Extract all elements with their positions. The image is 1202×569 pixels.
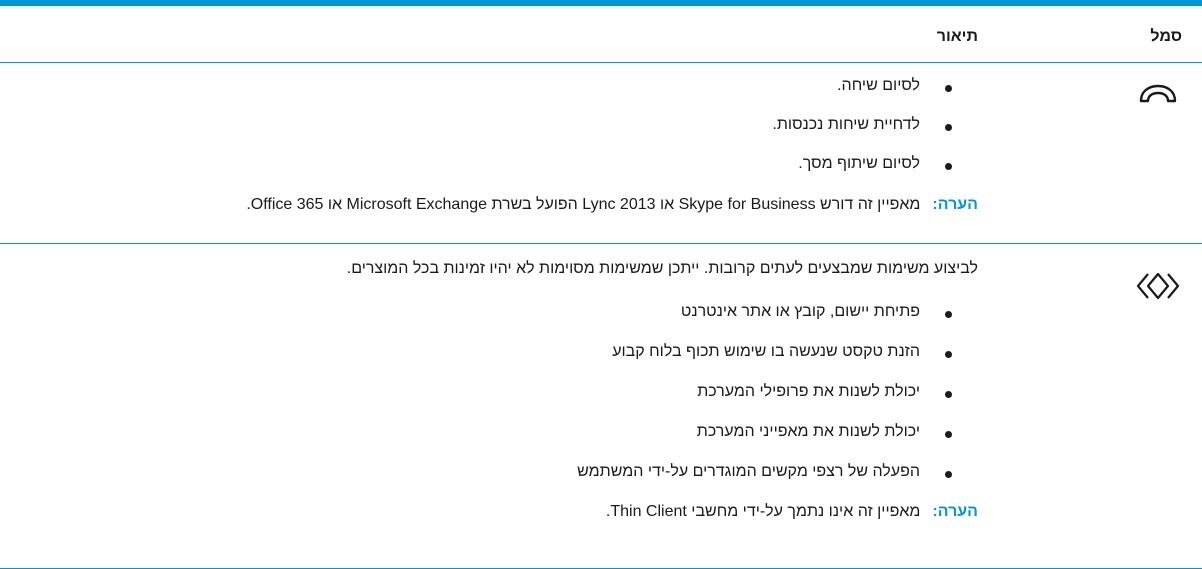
header-symbol: סמל: [1150, 28, 1182, 45]
list-item-text: יכולת לשנות את פרופילי המערכת: [697, 383, 920, 400]
intro-text: לביצוע משימות שמבצעים לעתים קרובות. ייתכ…: [346, 260, 978, 277]
bullet-dot: [945, 85, 952, 92]
list-item-text: לדחיית שיחות נכנסות.: [772, 116, 920, 133]
list-item-text: לסיום שיחה.: [837, 77, 920, 94]
bullet-dot: [945, 311, 952, 318]
bullet-dot: [945, 471, 952, 478]
bullet-dot: [945, 124, 952, 131]
note: הערה: מאפיין זה אינו נתמך על-ידי מחשבי Th…: [606, 503, 978, 521]
table-header: סמל תיאור: [0, 6, 1202, 63]
document-page: סמל תיאור לסיום שיחה. לדחיית שיחות נכנסו…: [0, 0, 1202, 569]
note-text: מאפיין זה דורש Skype for Business או Lyn…: [246, 196, 921, 213]
header-description: תיאור: [936, 28, 978, 45]
note-label: הערה:: [932, 196, 978, 213]
phone-hang-up-icon: [1136, 79, 1180, 111]
list-item-text: לסיום שיתוף מסך.: [798, 155, 920, 172]
bullet-dot: [945, 391, 952, 398]
table-row: לסיום שיחה. לדחיית שיחות נכנסות. לסיום ש…: [0, 63, 1202, 244]
bullet-dot: [945, 351, 952, 358]
table-row: לביצוע משימות שמבצעים לעתים קרובות. ייתכ…: [0, 244, 1202, 569]
note: הערה: מאפיין זה דורש Skype for Business א…: [246, 196, 978, 214]
list-item-text: הפעלה של רצפי מקשים המוגדרים על-ידי המשת…: [577, 463, 920, 480]
diamonds-programmable-key-icon: [1136, 270, 1180, 302]
note-label: הערה:: [932, 503, 978, 520]
note-text: מאפיין זה אינו נתמך על-ידי מחשבי Thin Cl…: [605, 503, 921, 520]
list-item-text: יכולת לשנות את מאפייני המערכת: [696, 423, 920, 440]
bullet-dot: [945, 163, 952, 170]
bullet-dot: [945, 431, 952, 438]
list-item-text: פתיחת יישום, קובץ או אתר אינטרנט: [680, 303, 920, 320]
list-item-text: הזנת טקסט שנעשה בו שימוש תכוף בלוח קבוע: [612, 343, 920, 360]
